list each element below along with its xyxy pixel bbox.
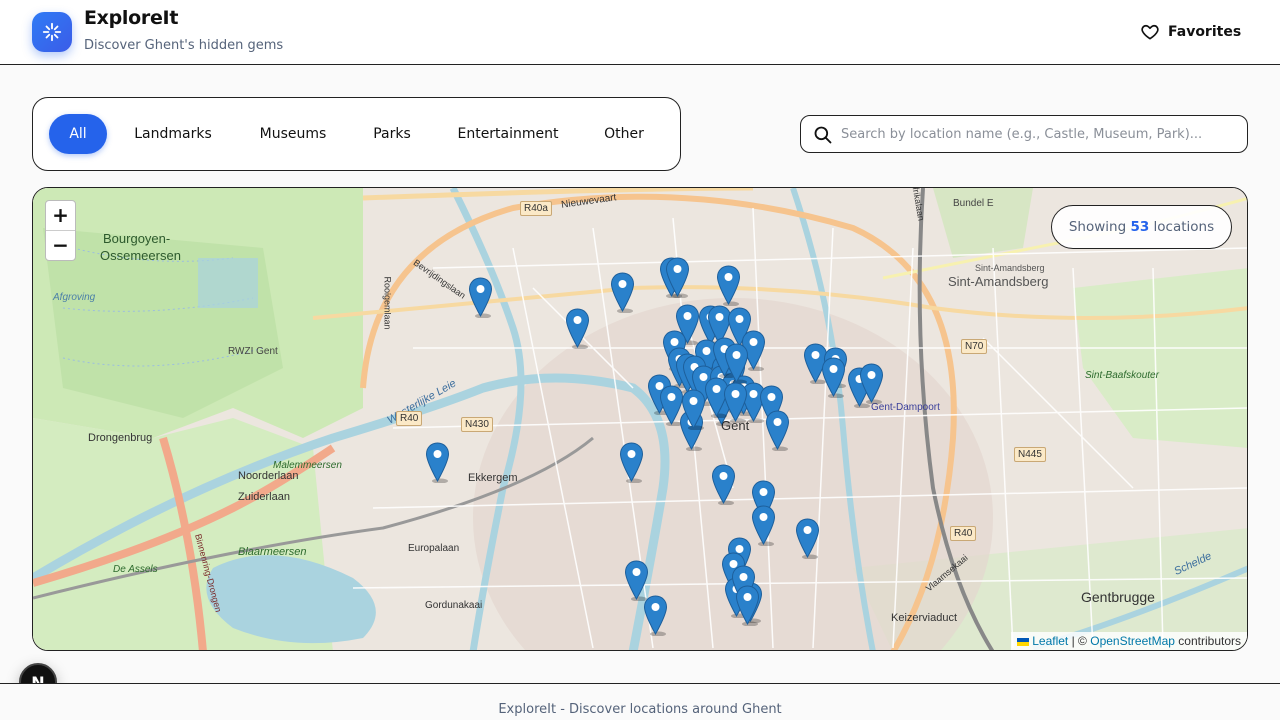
footer-text: ExploreIt - Discover locations around Gh…	[498, 702, 782, 717]
filter-landmarks[interactable]: Landmarks	[123, 114, 223, 154]
location-count-badge: Showing 53 locations	[1051, 205, 1232, 249]
logo-icon	[32, 12, 72, 52]
map-pin-icon[interactable]	[619, 442, 644, 484]
favorites-button[interactable]: Favorites	[1130, 16, 1251, 48]
map-pin-icon[interactable]	[565, 308, 590, 350]
map-view[interactable]: Bourgoyen- Ossemeersen Afgroving RWZI Ge…	[32, 187, 1248, 651]
showing-prefix: Showing	[1068, 219, 1127, 235]
map-pin-icon[interactable]	[821, 357, 846, 399]
road-badge: N445	[1014, 447, 1046, 462]
road-badge: R40a	[520, 201, 552, 216]
map-pin-icon[interactable]	[711, 464, 736, 506]
search-box	[800, 115, 1248, 153]
road-badge: R40	[950, 526, 977, 541]
search-input[interactable]	[841, 116, 1241, 152]
category-filter-bar: All Landmarks Museums Parks Entertainmen…	[32, 97, 681, 171]
leaflet-link[interactable]: Leaflet	[1032, 634, 1068, 648]
map-pin-icon[interactable]	[681, 389, 706, 431]
zoom-in-button[interactable]: +	[46, 201, 75, 230]
map-pin-icon[interactable]	[795, 518, 820, 560]
search-icon	[814, 126, 832, 144]
showing-suffix: locations	[1153, 219, 1215, 235]
road-badge: N70	[961, 339, 988, 354]
road-badge: R40	[396, 411, 423, 426]
app-header: ExploreIt Discover Ghent's hidden gems F…	[0, 0, 1280, 65]
map-attribution: Leaflet | © OpenStreetMap contributors	[1010, 632, 1247, 650]
map-pin-icon[interactable]	[859, 363, 884, 405]
map-pin-icon[interactable]	[610, 272, 635, 314]
map-pin-icon[interactable]	[751, 505, 776, 547]
osm-link[interactable]: OpenStreetMap	[1090, 634, 1175, 648]
map-pin-icon[interactable]	[665, 257, 690, 299]
attribution-contributors: contributors	[1178, 634, 1241, 648]
filter-all[interactable]: All	[49, 114, 107, 154]
filter-other[interactable]: Other	[589, 114, 659, 154]
road-badge: N430	[461, 417, 493, 432]
map-pin-icon[interactable]	[723, 382, 748, 424]
map-pin-icon[interactable]	[425, 442, 450, 484]
map-pin-icon[interactable]	[643, 595, 668, 637]
app-subtitle: Discover Ghent's hidden gems	[84, 38, 284, 53]
app-title: ExploreIt	[84, 7, 179, 29]
map-pin-icon[interactable]	[716, 265, 741, 307]
zoom-out-button[interactable]: −	[46, 230, 75, 259]
heart-icon	[1141, 24, 1159, 40]
zoom-control: + −	[45, 200, 76, 261]
map-pin-icon[interactable]	[735, 585, 760, 627]
favorites-label: Favorites	[1168, 24, 1242, 40]
app-footer: ExploreIt - Discover locations around Gh…	[0, 683, 1280, 720]
showing-count: 53	[1130, 219, 1150, 235]
map-pin-icon[interactable]	[468, 277, 493, 319]
filter-entertainment[interactable]: Entertainment	[445, 114, 571, 154]
map-pin-icon[interactable]	[765, 410, 790, 452]
attribution-separator: | ©	[1071, 634, 1087, 648]
filter-parks[interactable]: Parks	[359, 114, 425, 154]
filter-museums[interactable]: Museums	[243, 114, 343, 154]
ukraine-flag-icon	[1016, 637, 1029, 646]
